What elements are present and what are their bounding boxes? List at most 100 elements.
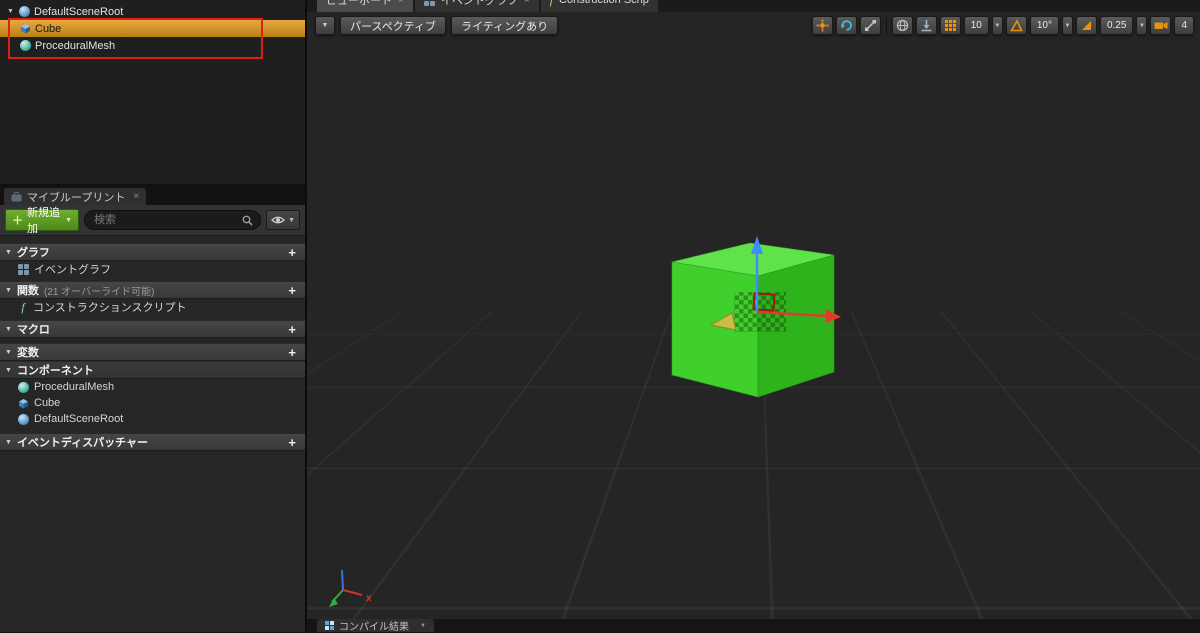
procedural-mesh-icon: [18, 381, 29, 393]
section-label: グラフ: [16, 247, 50, 259]
globe-icon: [896, 19, 908, 32]
expander-icon[interactable]: ▼: [5, 349, 12, 356]
row-cube[interactable]: Cube: [0, 395, 305, 411]
expander-icon[interactable]: ▼: [5, 367, 12, 374]
row-event-graph[interactable]: イベントグラフ: [0, 261, 305, 277]
close-icon[interactable]: ×: [524, 0, 530, 6]
expander-icon[interactable]: ▼: [5, 326, 12, 333]
search-icon: [242, 215, 253, 226]
eye-icon: [271, 216, 285, 224]
section-macros[interactable]: ▼ マクロ +: [0, 320, 305, 338]
tree-row-cube[interactable]: Cube: [0, 20, 305, 37]
row-label: DefaultSceneRoot: [34, 413, 124, 425]
section-graphs[interactable]: ▼ グラフ +: [0, 243, 305, 261]
viewport-options-button[interactable]: ▼: [315, 16, 335, 35]
my-blueprint-content: ▼ グラフ + イベントグラフ ▼ 関数 (21 オーバーライド可能) + f …: [0, 236, 305, 632]
rotation-snap-value-button[interactable]: 10°: [1029, 16, 1059, 35]
camera-speed-button[interactable]: [1150, 16, 1172, 35]
close-icon[interactable]: ×: [133, 191, 139, 202]
tab-label: ビューポート: [326, 0, 392, 7]
scale-snap-toggle-button[interactable]: [1075, 16, 1097, 35]
chevron-down-icon[interactable]: ▼: [420, 623, 426, 629]
grid-snap-value-button[interactable]: 10: [963, 16, 989, 35]
world-local-toggle-button[interactable]: [891, 16, 913, 35]
row-label: ProceduralMesh: [34, 381, 115, 393]
grid-snap-dropdown[interactable]: ▼: [991, 16, 1003, 35]
section-label: イベントディスパッチャー: [16, 437, 149, 449]
perspective-button[interactable]: パースペクティブ: [340, 16, 447, 35]
toolbar-separator: [885, 17, 887, 34]
tab-label: マイブループリント: [27, 191, 126, 204]
row-default-scene-root[interactable]: DefaultSceneRoot: [0, 411, 305, 427]
axis-x-label: x: [366, 593, 372, 604]
expander-icon[interactable]: ▼: [5, 287, 12, 294]
axis-indicator: x: [329, 569, 372, 607]
rotation-snap-toggle-button[interactable]: [1005, 16, 1027, 35]
category-components[interactable]: ▼ コンポーネント: [0, 361, 305, 379]
scene-root-icon: [19, 6, 30, 17]
document-tabbar: ビューポート × イベントグラフ × f Construction Scrip: [307, 0, 1200, 12]
add-graph-button[interactable]: +: [284, 246, 300, 259]
surface-snap-button[interactable]: [915, 16, 937, 35]
lit-label: ライティングあり: [461, 20, 549, 33]
expander-icon[interactable]: ▼: [5, 249, 12, 256]
bottom-dock-bar: コンパイル結果 ▼: [307, 619, 1200, 633]
tab-construction-script[interactable]: f Construction Scrip: [540, 0, 658, 12]
viewport-toolbar-right: 10 ▼ 10° ▼ 0.25 ▼ 4: [811, 16, 1194, 35]
scale-tool-button[interactable]: [859, 16, 881, 35]
expander-icon[interactable]: ▼: [6, 8, 15, 15]
view-mode-lit-button[interactable]: ライティングあり: [451, 16, 559, 35]
tree-row-procedural-mesh[interactable]: ProceduralMesh: [0, 37, 305, 54]
add-macro-button[interactable]: +: [284, 323, 300, 336]
add-function-button[interactable]: +: [284, 284, 300, 297]
scale-snap-dropdown[interactable]: ▼: [1136, 16, 1148, 35]
translate-tool-button[interactable]: [811, 16, 833, 35]
function-icon: f: [550, 0, 553, 8]
tab-label: コンパイル結果: [339, 622, 409, 633]
briefcase-icon: [11, 191, 22, 201]
chevron-down-icon: ▼: [288, 216, 295, 224]
procedural-mesh-icon: [20, 40, 31, 51]
rotation-snap-dropdown[interactable]: ▼: [1061, 16, 1073, 35]
tree-item-label: ProceduralMesh: [35, 39, 116, 52]
row-label: コンストラクションスクリプト: [33, 302, 187, 314]
section-functions[interactable]: ▼ 関数 (21 オーバーライド可能) +: [0, 281, 305, 299]
add-variable-button[interactable]: +: [284, 346, 300, 359]
my-blueprint-toolbar: ＋ 新規追加 ▼ ▼: [0, 205, 305, 236]
add-new-button[interactable]: ＋ 新規追加 ▼: [5, 207, 80, 235]
tab-my-blueprint[interactable]: マイブループリント ×: [4, 188, 147, 205]
tab-label: イベントグラフ: [440, 0, 518, 7]
my-blueprint-panel: マイブループリント × ＋ 新規追加 ▼ ▼: [0, 186, 305, 632]
event-graph-icon: [423, 0, 435, 6]
scale-snap-value-button[interactable]: 0.25: [1099, 16, 1134, 35]
camera-speed-value: 4: [1181, 20, 1187, 31]
grid-snap-icon: [944, 20, 956, 31]
tree-item-label: Cube: [35, 22, 62, 35]
components-tree-panel: ▼ DefaultSceneRoot Cube ProceduralMesh: [0, 0, 305, 186]
left-column: ▼ DefaultSceneRoot Cube ProceduralMesh マ…: [0, 0, 307, 632]
section-event-dispatchers[interactable]: ▼ イベントディスパッチャー +: [0, 433, 305, 451]
row-label: Cube: [34, 397, 61, 409]
tab-viewport[interactable]: ビューポート ×: [317, 0, 413, 12]
row-procedural-mesh[interactable]: ProceduralMesh: [0, 379, 305, 395]
tree-row-default-scene-root[interactable]: ▼ DefaultSceneRoot: [0, 3, 305, 20]
search-input[interactable]: [92, 213, 239, 227]
row-construction-script[interactable]: f コンストラクションスクリプト: [0, 299, 305, 315]
close-icon[interactable]: ×: [398, 0, 404, 6]
search-box: [84, 210, 262, 230]
rotate-icon: [840, 20, 852, 31]
section-variables[interactable]: ▼ 変数 +: [0, 343, 305, 361]
right-column: ビューポート × イベントグラフ × f Construction Scrip: [307, 0, 1200, 633]
visibility-filter-button[interactable]: ▼: [266, 210, 300, 230]
grid-snap-toggle-button[interactable]: [939, 16, 961, 35]
rotation-snap-value: 10°: [1036, 20, 1052, 31]
add-event-dispatcher-button[interactable]: +: [284, 436, 300, 449]
category-label: コンポーネント: [16, 365, 94, 377]
camera-speed-value-button[interactable]: 4: [1174, 16, 1194, 35]
viewport-3d[interactable]: x ▼ パースペクティブ ライティングあり 10 ▼ 10° ▼ 0.25 ▼ …: [307, 12, 1200, 619]
tab-compile-results[interactable]: コンパイル結果 ▼: [317, 619, 434, 633]
expander-icon[interactable]: ▼: [5, 439, 12, 446]
rotate-tool-button[interactable]: [835, 16, 857, 35]
blueprint-editor-window: ▼ DefaultSceneRoot Cube ProceduralMesh マ…: [0, 0, 1200, 633]
tab-event-graph[interactable]: イベントグラフ ×: [414, 0, 539, 12]
